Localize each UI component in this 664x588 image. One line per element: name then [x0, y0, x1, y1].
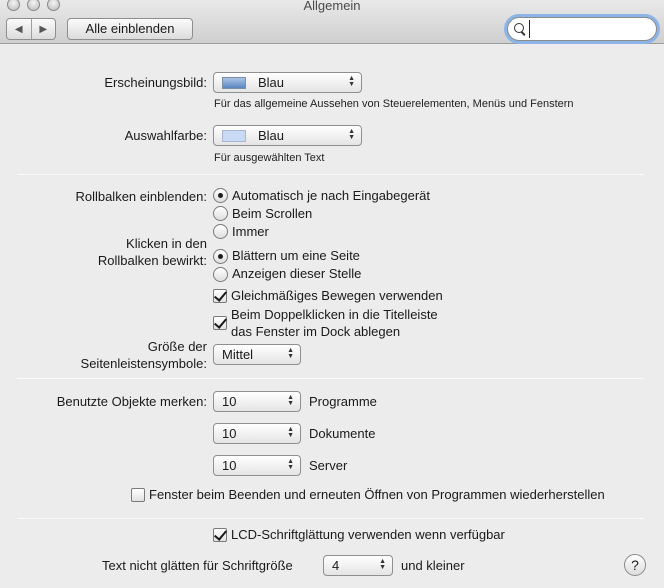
color-swatch [222, 129, 246, 142]
color-swatch [222, 76, 246, 89]
highlight-color-value: Blau [258, 128, 285, 143]
font-smoothing-suffix: und kleiner [401, 558, 465, 573]
recent-documents-value: 10 [222, 426, 237, 441]
recent-apps-unit: Programme [309, 394, 377, 409]
sidebar-icon-size-label-line1: Größe der [147, 339, 207, 354]
click-scrollbar-label-line1: Klicken in den [126, 236, 207, 251]
search-icon [514, 23, 526, 35]
radio-scroll-always[interactable] [213, 224, 228, 239]
lcd-smoothing-label: LCD-Schriftglättung verwenden wenn verfü… [231, 527, 505, 542]
font-smoothing-size-popup[interactable]: 4 ▲ ▼ [323, 555, 393, 576]
radio-scroll-automatic-label: Automatisch je nach Eingabegerät [232, 188, 431, 203]
window-toolbar: Allgemein ◀ ▶ Alle einblenden [0, 0, 664, 44]
radio-jump-next-page-label: Blättern um eine Seite [232, 248, 360, 263]
popup-arrows-icon: ▲ ▼ [287, 426, 294, 439]
chevron-left-icon: ◀ [14, 23, 23, 35]
popup-arrows-icon: ▲ ▼ [287, 394, 294, 407]
radio-jump-here[interactable] [213, 267, 228, 282]
show-all-button[interactable]: Alle einblenden [67, 18, 193, 40]
click-scrollbar-label-line2: Rollbalken bewirkt: [97, 253, 207, 268]
recent-apps-popup[interactable]: 10 ▲ ▼ [213, 391, 301, 412]
appearance-popup[interactable]: Blau ▲ ▼ [213, 72, 362, 93]
recent-apps-value: 10 [222, 394, 237, 409]
sidebar-icon-size-popup[interactable]: Mittel ▲ ▼ [213, 344, 301, 365]
chevron-right-icon: ▶ [39, 23, 48, 35]
back-button[interactable]: ◀ [7, 19, 31, 39]
search-field[interactable] [507, 17, 657, 41]
appearance-value: Blau [258, 75, 285, 90]
show-scrollbars-label: Rollbalken einblenden: [75, 189, 207, 204]
appearance-label: Erscheinungsbild: [104, 75, 207, 90]
radio-scroll-always-label: Immer [232, 224, 269, 239]
window-title: Allgemein [303, 0, 361, 13]
recent-documents-unit: Dokumente [309, 426, 376, 441]
popup-arrows-icon: ▲ ▼ [348, 128, 355, 141]
help-button[interactable]: ? [624, 554, 646, 576]
lcd-smoothing-checkbox[interactable] [213, 528, 227, 542]
restore-windows-label: Fenster beim Beenden und erneuten Öffnen… [149, 487, 605, 502]
search-input[interactable] [529, 20, 649, 38]
appearance-hint: Für das allgemeine Aussehen von Steuerel… [214, 98, 574, 110]
sidebar-icon-size-value: Mittel [222, 347, 254, 362]
restore-windows-checkbox[interactable] [131, 488, 145, 502]
font-smoothing-size-value: 4 [332, 558, 340, 573]
font-smoothing-label: Text nicht glätten für Schriftgröße [102, 558, 293, 573]
highlight-color-label: Auswahlfarbe: [124, 128, 207, 143]
section-divider [17, 174, 644, 175]
highlight-color-hint: Für ausgewählten Text [214, 152, 325, 164]
radio-jump-next-page[interactable] [213, 249, 228, 264]
recent-items-label: Benutzte Objekte merken: [56, 394, 207, 409]
popup-arrows-icon: ▲ ▼ [287, 347, 294, 360]
double-click-minimize-label-line1: Beim Doppelklicken in die Titelleiste [231, 307, 438, 322]
recent-documents-popup[interactable]: 10 ▲ ▼ [213, 423, 301, 444]
help-icon: ? [631, 557, 639, 573]
radio-scroll-when-scrolling-label: Beim Scrollen [232, 206, 313, 221]
recent-servers-value: 10 [222, 458, 237, 473]
radio-scroll-when-scrolling[interactable] [213, 206, 228, 221]
radio-jump-here-label: Anzeigen dieser Stelle [232, 266, 362, 281]
double-click-minimize-label-line2: das Fenster im Dock ablegen [231, 324, 401, 339]
sidebar-icon-size-label-line2: Seitenleistensymbole: [80, 356, 207, 371]
forward-button[interactable]: ▶ [30, 19, 56, 39]
popup-arrows-icon: ▲ ▼ [287, 458, 294, 471]
double-click-minimize-checkbox[interactable] [213, 316, 227, 330]
smooth-scrolling-label: Gleichmäßiges Bewegen verwenden [231, 288, 443, 303]
back-forward-group: ◀ ▶ [6, 18, 56, 40]
smooth-scrolling-checkbox[interactable] [213, 289, 227, 303]
highlight-color-popup[interactable]: Blau ▲ ▼ [213, 125, 362, 146]
section-divider [17, 518, 644, 519]
section-divider [17, 378, 644, 379]
popup-arrows-icon: ▲ ▼ [348, 75, 355, 88]
radio-scroll-automatic[interactable] [213, 188, 228, 203]
recent-servers-popup[interactable]: 10 ▲ ▼ [213, 455, 301, 476]
popup-arrows-icon: ▲ ▼ [379, 558, 386, 571]
recent-servers-unit: Server [309, 458, 348, 473]
